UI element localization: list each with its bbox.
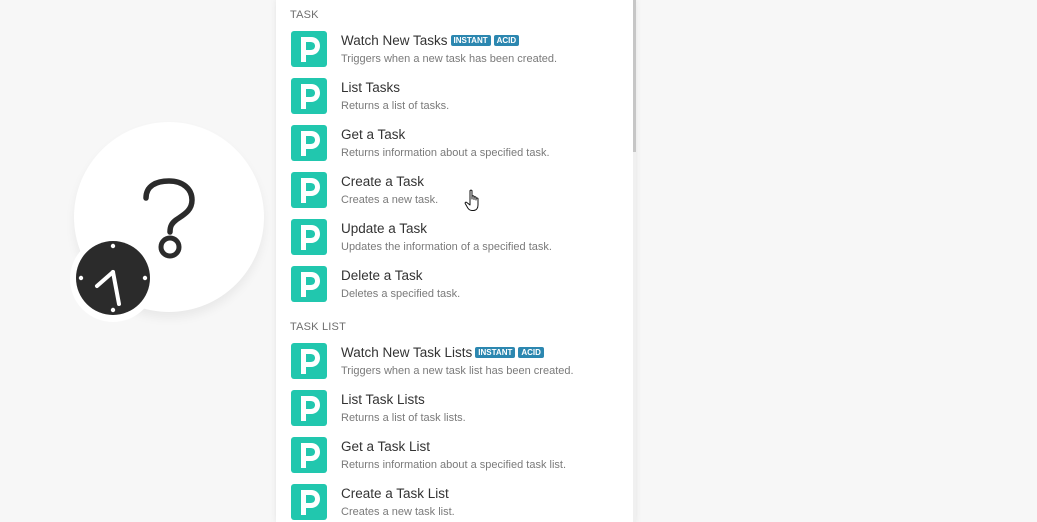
action-title-text: List Tasks	[341, 80, 401, 95]
action-title: Create a Task List	[341, 486, 449, 501]
app-icon	[291, 172, 327, 208]
app-icon	[291, 390, 327, 426]
action-title: Delete a Task	[341, 268, 423, 283]
action-title: Watch New Tasks INSTANT ACID	[341, 33, 520, 48]
action-title-text: Create a Task List	[341, 486, 449, 501]
app-icon	[291, 78, 327, 114]
scenario-canvas[interactable]: TASK Watch New Tasks INSTANT ACID Triggers w…	[0, 0, 1037, 522]
action-create-a-task-list[interactable]: Create a Task List Creates a new task lis…	[276, 483, 636, 522]
action-update-a-task[interactable]: Update a Task Updates the information of …	[276, 218, 636, 265]
action-description: Returns information about a specified ta…	[341, 459, 567, 471]
action-get-a-task[interactable]: Get a Task Returns information about a sp…	[276, 124, 636, 171]
module-actions-panel[interactable]: TASK Watch New Tasks INSTANT ACID Triggers w…	[276, 0, 636, 522]
action-get-a-task-list[interactable]: Get a Task List Returns information about…	[276, 436, 636, 483]
action-title-text: Watch New Tasks	[341, 33, 448, 48]
section-header-task: TASK	[290, 9, 319, 21]
action-title: Get a Task	[341, 127, 405, 142]
action-title: List Task Lists	[341, 392, 425, 407]
action-description: Returns a list of tasks.	[341, 100, 450, 112]
action-title: Watch New Task Lists INSTANT ACID	[341, 345, 544, 360]
action-title-text: Get a Task List	[341, 439, 431, 454]
action-title: Create a Task	[341, 174, 424, 189]
action-list-task-lists[interactable]: List Task Lists Returns a list of task li…	[276, 389, 636, 436]
app-icon	[291, 437, 327, 473]
badge-instant: INSTANT	[450, 35, 491, 46]
app-icon	[291, 343, 327, 379]
action-description: Updates the information of a specified t…	[341, 241, 552, 253]
app-icon	[291, 125, 327, 161]
schedule-badge[interactable]	[70, 236, 156, 322]
pipefy-p-icon	[301, 490, 320, 515]
action-description: Deletes a specified task.	[341, 288, 461, 300]
app-icon	[291, 219, 327, 255]
app-icon	[291, 31, 327, 67]
action-description: Creates a new task list.	[341, 506, 455, 518]
app-icon	[291, 484, 327, 520]
pipefy-p-icon	[301, 443, 320, 468]
clock-icon	[76, 241, 150, 315]
action-description: Creates a new task.	[341, 194, 439, 206]
action-title-text: Get a Task	[341, 127, 406, 142]
action-title: List Tasks	[341, 80, 400, 95]
badge-acid: ACID	[493, 35, 520, 46]
action-description: Triggers when a new task has been create…	[341, 53, 558, 65]
action-title-text: List Task Lists	[341, 392, 425, 407]
action-description: Returns information about a specified ta…	[341, 147, 550, 159]
badge-acid: ACID	[518, 347, 544, 358]
action-watch-new-task-lists[interactable]: Watch New Task Lists INSTANT ACID Triggers …	[276, 342, 636, 389]
action-list-tasks[interactable]: List Tasks Returns a list of tasks.	[276, 77, 636, 124]
action-description: Triggers when a new task list has been c…	[341, 365, 574, 377]
action-title-text: Watch New Task Lists	[341, 345, 473, 360]
pipefy-p-icon	[301, 396, 320, 421]
action-title: Get a Task List	[341, 439, 430, 454]
action-create-a-task[interactable]: Create a Task Creates a new task.	[276, 171, 636, 218]
action-watch-new-tasks[interactable]: Watch New Tasks INSTANT ACID Triggers when …	[276, 30, 636, 77]
pipefy-p-icon	[301, 84, 320, 109]
hand-cursor-icon	[464, 189, 479, 211]
pipefy-p-icon	[301, 225, 320, 250]
action-description: Returns a list of task lists.	[341, 412, 466, 424]
action-title-text: Update a Task	[341, 221, 428, 236]
pipefy-p-icon	[301, 272, 320, 297]
action-delete-a-task[interactable]: Delete a Task Deletes a specified task.	[276, 265, 636, 312]
badge-instant: INSTANT	[475, 347, 516, 358]
action-title: Update a Task	[341, 221, 427, 236]
action-title-text: Create a Task	[341, 174, 425, 189]
pipefy-p-icon	[301, 178, 320, 203]
app-icon	[291, 266, 327, 302]
pipefy-p-icon	[301, 37, 320, 62]
section-header-task-list: TASK LIST	[290, 321, 346, 333]
action-title-text: Delete a Task	[341, 268, 423, 283]
pipefy-p-icon	[301, 131, 320, 156]
pipefy-p-icon	[301, 349, 320, 374]
